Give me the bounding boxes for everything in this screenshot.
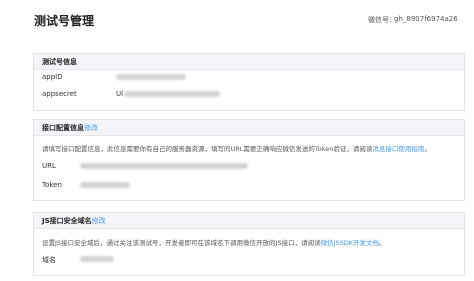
interface-config-panel: 接口配置信息修改 请填写接口配置信息，此信息需要你有自己的服务器资源，填写的UR… xyxy=(33,119,465,201)
js-description: 设置JS接口安全域后，通过关注该测试号，开发者即可在该域名下调用微信开放的JS接… xyxy=(42,237,386,247)
appid-label: appID xyxy=(42,73,63,81)
panel-title: 测试号信息 xyxy=(42,58,77,66)
panel-title: 接口配置信息修改 xyxy=(42,123,98,133)
appsecret-prefix: Ul xyxy=(116,90,124,98)
wechat-id-value: gh_8907f6974a26 xyxy=(394,15,458,23)
page-header: 测试号管理 微信号： gh_8907f6974a26 xyxy=(0,0,474,44)
panel-header: 测试号信息 xyxy=(34,54,464,70)
appsecret-value-redacted xyxy=(124,91,220,97)
appsecret-label: appsecret xyxy=(42,90,77,98)
test-account-info-panel: 测试号信息 appID appsecret Ul xyxy=(33,53,465,111)
url-value-redacted xyxy=(80,163,248,169)
domain-value-redacted xyxy=(80,256,114,262)
page-title: 测试号管理 xyxy=(34,14,95,28)
url-label: URL xyxy=(42,162,56,170)
edit-config-link[interactable]: 修改 xyxy=(84,124,98,132)
panel-title-text: 接口配置信息 xyxy=(42,124,84,132)
jssdk-doc-link[interactable]: 微信JSSDK开发文档 xyxy=(321,239,379,247)
panel-title: JS接口安全域名修改 xyxy=(42,216,106,226)
panel-title-text: JS接口安全域名 xyxy=(42,217,92,225)
edit-js-domain-link[interactable]: 修改 xyxy=(92,217,106,225)
panel-header: JS接口安全域名修改 xyxy=(34,213,464,229)
message-api-guide-link[interactable]: 消息接口使用指南 xyxy=(372,145,424,153)
js-domain-panel: JS接口安全域名修改 设置JS接口安全域后，通过关注该测试号，开发者即可在该域名… xyxy=(33,212,465,276)
token-value-redacted xyxy=(80,182,130,188)
wechat-id-label: 微信号： xyxy=(368,16,396,24)
js-description-text: 设置JS接口安全域后，通过关注该测试号，开发者即可在该域名下调用微信开放的JS接… xyxy=(42,239,321,247)
config-description: 请填写接口配置信息，此信息需要你有自己的服务器资源，填写的URL需要正确响应微信… xyxy=(42,143,431,153)
panel-header: 接口配置信息修改 xyxy=(34,120,464,136)
config-description-end: 。 xyxy=(424,145,431,153)
appid-value-redacted xyxy=(116,74,186,80)
token-label: Token xyxy=(42,181,62,189)
js-description-end: 。 xyxy=(379,239,386,247)
config-description-text: 请填写接口配置信息，此信息需要你有自己的服务器资源，填写的URL需要正确响应微信… xyxy=(42,145,373,153)
domain-label: 域名 xyxy=(42,256,56,264)
